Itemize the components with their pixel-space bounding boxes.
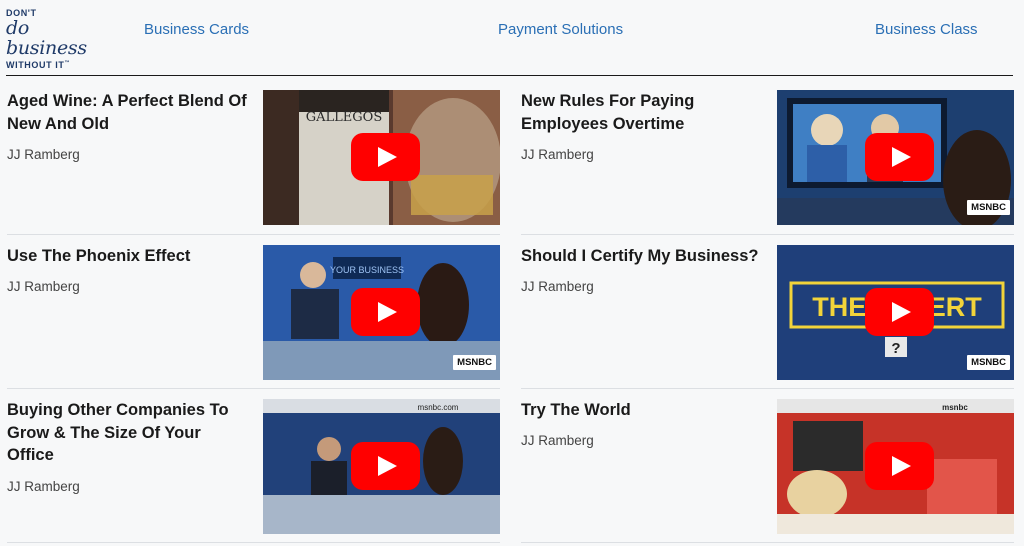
thumb-label: msnbc (942, 403, 968, 412)
video-card[interactable]: Try The World JJ Ramberg msnbc (521, 399, 1014, 534)
video-title[interactable]: Buying Other Companies To Grow & The Siz… (7, 399, 247, 467)
play-button[interactable] (351, 288, 420, 336)
video-card[interactable]: Buying Other Companies To Grow & The Siz… (7, 399, 500, 534)
video-thumbnail[interactable]: GALLEGOS (263, 90, 500, 225)
nav-payment-solutions[interactable]: Payment Solutions (498, 21, 623, 38)
video-author: JJ Ramberg (7, 479, 80, 494)
row-divider (521, 234, 1014, 235)
video-author: JJ Ramberg (521, 279, 594, 294)
play-button[interactable] (351, 442, 420, 490)
video-thumbnail[interactable]: MSNBC (777, 90, 1014, 225)
video-author: JJ Ramberg (7, 147, 80, 162)
video-title[interactable]: New Rules For Paying Employees Overtime (521, 90, 761, 135)
row-divider (7, 388, 500, 389)
msnbc-badge: MSNBC (967, 355, 1010, 370)
video-thumbnail[interactable]: msnbc.com (263, 399, 500, 534)
amex-logo[interactable]: DON'T do business WITHOUT IT™ (6, 8, 106, 70)
thumb-label: GALLEGOS (306, 110, 382, 125)
video-author: JJ Ramberg (521, 433, 594, 448)
logo-line-3: WITHOUT IT™ (6, 60, 71, 70)
play-button[interactable] (865, 133, 934, 181)
video-thumbnail[interactable]: msnbc (777, 399, 1014, 534)
video-card[interactable]: Aged Wine: A Perfect Blend Of New And Ol… (7, 90, 500, 225)
play-button[interactable] (351, 133, 420, 181)
video-card[interactable]: New Rules For Paying Employees Overtime … (521, 90, 1014, 225)
header-divider (6, 75, 1013, 76)
logo-line-2: do business (6, 17, 87, 59)
video-title[interactable]: Should I Certify My Business? (521, 245, 761, 268)
video-author: JJ Ramberg (7, 279, 80, 294)
site-header: DON'T do business WITHOUT IT™ Business C… (0, 0, 1024, 70)
row-divider (521, 542, 1014, 543)
video-thumbnail[interactable]: YOUR BUSINESS MSNBC (263, 245, 500, 380)
play-button[interactable] (865, 442, 934, 490)
video-author: JJ Ramberg (521, 147, 594, 162)
thumb-label: YOUR BUSINESS (330, 265, 404, 275)
video-card[interactable]: Should I Certify My Business? JJ Ramberg… (521, 245, 1014, 380)
row-divider (521, 388, 1014, 389)
video-title[interactable]: Use The Phoenix Effect (7, 245, 247, 268)
msnbc-badge: MSNBC (967, 200, 1010, 215)
row-divider (7, 542, 500, 543)
msnbc-badge: MSNBC (453, 355, 496, 370)
video-thumbnail[interactable]: THE EXPERT ? MSNBC (777, 245, 1014, 380)
nav-business-class[interactable]: Business Class (875, 21, 978, 38)
video-title[interactable]: Aged Wine: A Perfect Blend Of New And Ol… (7, 90, 247, 135)
video-title[interactable]: Try The World (521, 399, 761, 422)
nav-business-cards[interactable]: Business Cards (144, 21, 249, 38)
row-divider (7, 234, 500, 235)
video-card[interactable]: Use The Phoenix Effect JJ Ramberg YOUR B… (7, 245, 500, 380)
play-button[interactable] (865, 288, 934, 336)
thumb-label: msnbc.com (418, 403, 459, 412)
svg-text:?: ? (891, 340, 900, 357)
